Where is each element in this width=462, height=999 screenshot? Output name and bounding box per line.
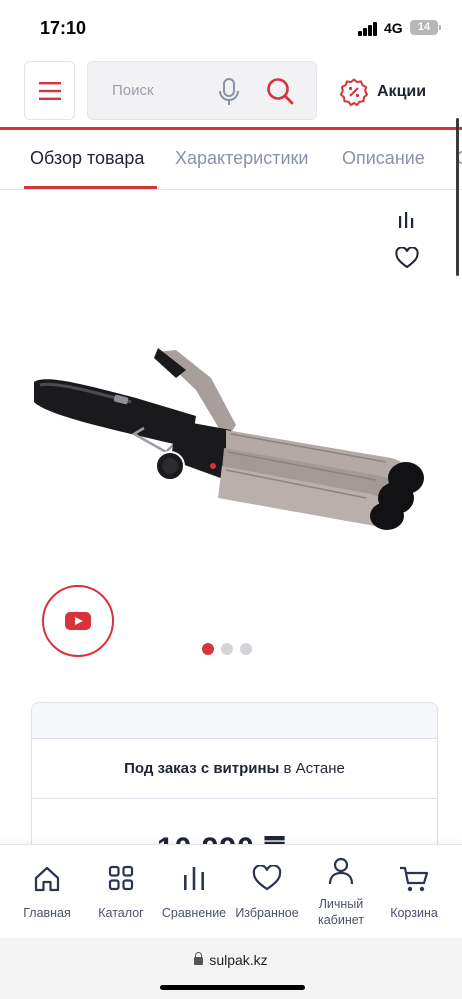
compare-bars-icon [184,867,204,890]
search-input[interactable]: Поиск [112,82,154,99]
card-header [32,703,437,739]
availability-city: в Астане [279,760,345,777]
menu-button[interactable] [24,61,75,120]
nav-compare[interactable]: Сравнение [156,845,232,939]
lock-icon [194,952,204,965]
divider [32,798,437,799]
availability-status: Под заказ с витрины [124,760,280,777]
nav-home[interactable]: Главная [9,845,85,939]
discount-badge-icon [340,78,368,106]
nav-cart[interactable]: Корзина [376,845,452,939]
home-icon [34,866,60,892]
product-image-curling-iron[interactable] [26,330,431,530]
gallery-pagination [202,643,252,655]
product-tabs: Обзор товара Характеристики Описание О [0,130,462,190]
gallery-dot[interactable] [221,643,233,655]
cart-icon [400,866,429,892]
home-indicator[interactable] [160,985,305,990]
tab-overview[interactable]: Обзор товара [30,148,144,169]
catalog-grid-icon [108,865,134,891]
tab-specifications[interactable]: Характеристики [175,148,308,169]
gallery-dot[interactable] [240,643,252,655]
availability-text: Под заказ с витрины в Астане [32,760,437,777]
nav-favorites[interactable]: Избранное [229,845,305,939]
search-box[interactable]: Поиск [87,61,317,120]
video-button[interactable] [42,585,114,657]
network-type: 4G [384,20,403,36]
compare-icon[interactable] [396,209,416,229]
play-video-icon [65,612,91,630]
active-tab-indicator [24,186,157,189]
hamburger-icon [38,81,61,100]
user-icon [328,857,354,885]
promo-link[interactable]: Акции [340,78,426,106]
search-icon[interactable] [266,77,294,105]
gallery-dot[interactable] [202,643,214,655]
url-text: sulpak.kz [209,952,268,968]
status-time: 17:10 [40,18,87,38]
nav-catalog[interactable]: Каталог [83,845,159,939]
heart-icon [252,865,282,891]
favorite-icon[interactable] [395,247,419,269]
microphone-icon[interactable] [218,78,240,106]
battery-icon: 14 [410,20,441,35]
nav-label: Корзина [390,906,438,920]
signal-icon [358,22,378,36]
scrollbar[interactable] [456,118,459,276]
bottom-navigation: Главная Каталог Сравнение Избранное Личн… [0,844,462,938]
tab-description[interactable]: Описание [342,148,425,169]
status-bar: 17:10 4G 14 [0,0,462,58]
promo-label: Акции [377,83,427,100]
url-display[interactable]: sulpak.kz [0,952,462,968]
nav-account[interactable]: Личный кабинет [303,845,379,939]
